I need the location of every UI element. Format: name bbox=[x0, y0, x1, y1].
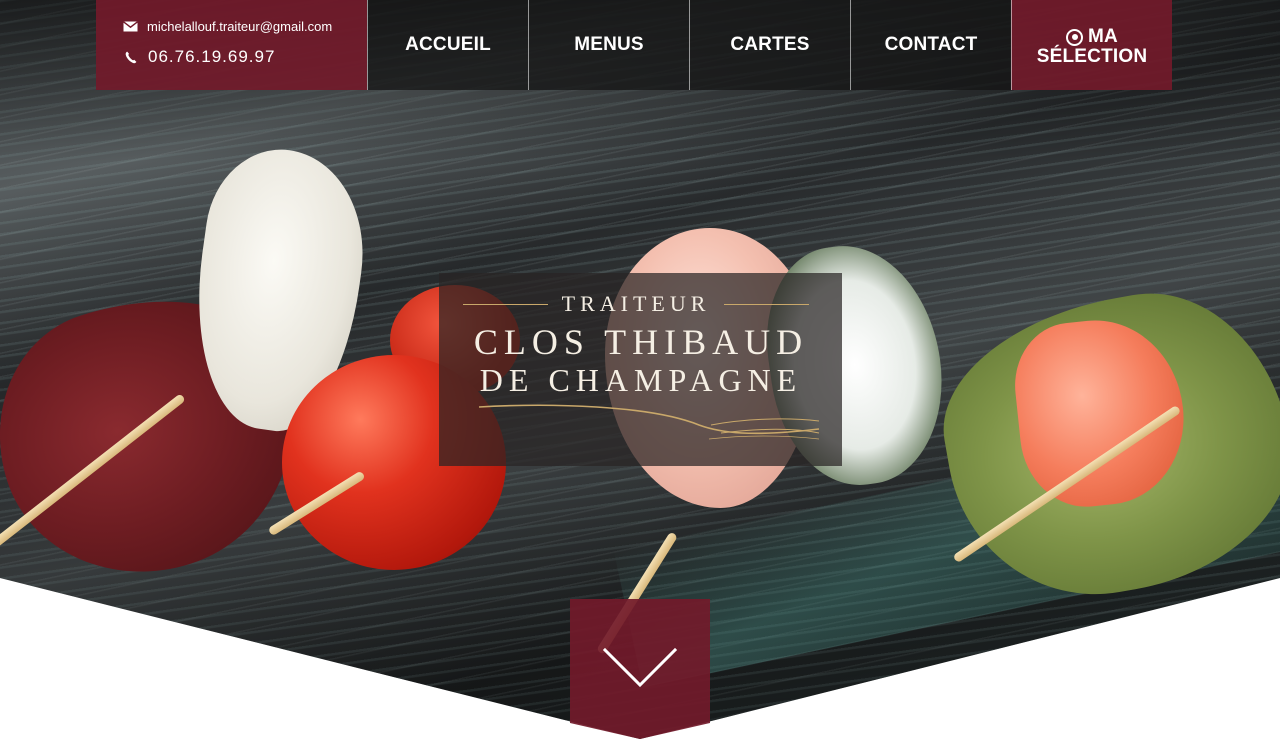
nav-item-contact[interactable]: CONTACT bbox=[850, 0, 1011, 90]
logo-name-line2: DE CHAMPAGNE bbox=[479, 362, 803, 398]
scroll-down-button[interactable] bbox=[570, 599, 710, 739]
nav-item-ma-selection[interactable]: MA SÉLECTION bbox=[1011, 0, 1172, 90]
nav-item-accueil[interactable]: ACCUEIL bbox=[367, 0, 528, 90]
top-navigation-bar: michelallouf.traiteur@gmail.com 06.76.19… bbox=[96, 0, 1173, 90]
nav-item-label: MENUS bbox=[574, 34, 644, 55]
logo-rule-right bbox=[724, 303, 810, 305]
nav-item-cartes[interactable]: CARTES bbox=[689, 0, 850, 90]
chevron-down-icon bbox=[603, 648, 677, 688]
nav-item-label: ACCUEIL bbox=[405, 34, 491, 55]
contact-phone-text: 06.76.19.69.97 bbox=[148, 47, 276, 66]
logo-name-line1: CLOS THIBAUD bbox=[473, 322, 809, 362]
contact-info-box: michelallouf.traiteur@gmail.com 06.76.19… bbox=[96, 0, 367, 90]
nav-item-menus[interactable]: MENUS bbox=[528, 0, 689, 90]
logo-rule-left bbox=[463, 303, 548, 305]
target-circle-icon bbox=[1066, 28, 1084, 46]
selection-label-line2: SÉLECTION bbox=[1036, 46, 1148, 67]
logo-swoosh-ornament bbox=[478, 404, 820, 440]
selection-label-line1: MA bbox=[1088, 26, 1118, 47]
nav-item-label: CONTACT bbox=[884, 34, 978, 55]
logo-top-row: TRAITEUR bbox=[463, 291, 810, 316]
selection-first-row: MA bbox=[1066, 27, 1118, 47]
contact-email-text: michelallouf.traiteur@gmail.com bbox=[147, 18, 333, 34]
envelope-icon bbox=[123, 20, 138, 32]
brand-logo-panel: TRAITEUR CLOS THIBAUD DE CHAMPAGNE bbox=[439, 273, 842, 466]
nav-item-label: CARTES bbox=[730, 34, 810, 55]
phone-icon bbox=[123, 51, 138, 64]
contact-email[interactable]: michelallouf.traiteur@gmail.com bbox=[123, 17, 367, 35]
logo-subtitle: TRAITEUR bbox=[561, 291, 711, 316]
contact-phone[interactable]: 06.76.19.69.97 bbox=[123, 46, 367, 68]
